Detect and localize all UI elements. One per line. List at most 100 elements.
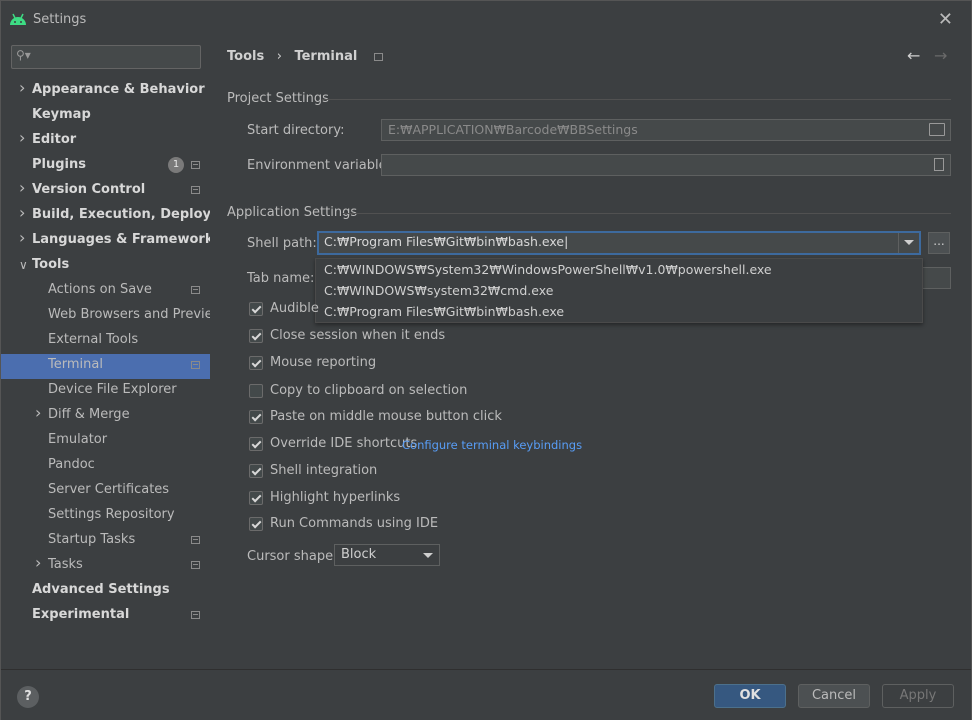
breadcrumb-separator: › [276,49,282,64]
chevron-down-icon[interactable] [898,233,919,253]
folder-icon[interactable] [929,123,945,136]
checkbox-label: Override IDE shortcuts [270,436,418,451]
shell-option[interactable]: C:₩WINDOWS₩system32₩cmd.exe [316,280,922,301]
checkbox-checked[interactable] [249,329,263,343]
sidebar-item-experimental[interactable]: Experimental [1,604,210,629]
shell-path-dropdown-list: C:₩WINDOWS₩System32₩WindowsPowerShell₩v1… [315,258,923,323]
start-directory-value: E:₩APPLICATION₩Barcode₩BBSettings [388,122,638,137]
checkbox-checked[interactable] [249,410,263,424]
sidebar-item-label: Web Browsers and Preview [48,307,224,322]
cancel-button[interactable]: Cancel [798,684,870,708]
checkbox-label: Paste on middle mouse button click [270,409,502,424]
dialog-footer: ? OK Cancel Apply [1,669,971,720]
search-input[interactable]: ⚲▾ [11,45,201,69]
browse-shell-button[interactable]: ... [928,232,950,254]
checkbox-checked[interactable] [249,517,263,531]
sidebar-item-plugins[interactable]: Plugins 1 [1,154,210,179]
settings-tree: › Appearance & Behavior Keymap › Editor Plugi… [1,77,249,629]
sidebar-item-external-tools[interactable]: External Tools [1,329,210,354]
project-scope-icon [191,186,200,194]
project-scope-icon [191,611,200,619]
project-scope-icon [191,286,200,294]
close-icon[interactable]: ✕ [938,9,953,30]
cursor-shape-label: Cursor shape: [247,549,338,564]
chevron-right-icon[interactable]: › [19,227,25,249]
sidebar-item-label: Languages & Frameworks [32,232,222,247]
chevron-down-icon [423,553,433,558]
env-vars-field[interactable] [381,154,951,176]
sidebar-item-settings-repository[interactable]: Settings Repository [1,504,210,529]
sidebar-item-label: Version Control [32,182,146,197]
update-count-badge: 1 [168,157,184,173]
checkbox-checked[interactable] [249,464,263,478]
sidebar-item-tools[interactable]: ∨ Tools [1,254,210,279]
checkbox-label: Shell integration [270,463,378,478]
sidebar-item-advanced-settings[interactable]: Advanced Settings [1,579,210,604]
cursor-shape-select[interactable]: Block [334,544,440,566]
settings-dialog: Settings ✕ ⚲▾ › Appearance & Behavior Keym… [0,0,972,720]
checkbox-label: Copy to clipboard on selection [270,383,468,398]
shell-path-combobox[interactable]: C:₩Program Files₩Git₩bin₩bash.exe| [317,231,921,255]
apply-button[interactable]: Apply [882,684,954,708]
sidebar-item-label: Server Certificates [48,482,170,497]
shell-option[interactable]: C:₩WINDOWS₩System32₩WindowsPowerShell₩v1… [316,259,922,280]
sidebar-item-actions-on-save[interactable]: Actions on Save [1,279,210,304]
title-bar: Settings ✕ [1,1,971,39]
sidebar-item-appearance-behavior[interactable]: › Appearance & Behavior [1,77,210,104]
sidebar-item-web-browsers-and-preview[interactable]: Web Browsers and Preview [1,304,223,329]
terminal-settings-panel: Tools › Terminal ← → Project Settings St… [210,39,971,669]
sidebar-item-keymap[interactable]: Keymap [1,104,210,129]
sidebar-item-startup-tasks[interactable]: Startup Tasks [1,529,210,554]
shell-option[interactable]: C:₩Program Files₩Git₩bin₩bash.exe [316,301,922,322]
checkbox-unchecked[interactable] [249,384,263,398]
sidebar-item-languages-frameworks[interactable]: › Languages & Frameworks [1,227,221,254]
help-button[interactable]: ? [17,686,39,708]
configure-keybindings-link[interactable]: Configure terminal keybindings [402,438,582,452]
forward-arrow-icon[interactable]: → [934,46,947,65]
chevron-right-icon[interactable]: › [35,402,41,424]
sidebar-item-version-control[interactable]: › Version Control [1,177,210,204]
ok-button[interactable]: OK [714,684,786,708]
checkbox-checked[interactable] [249,302,263,316]
cursor-shape-value: Block [341,547,377,562]
sidebar-item-label: Settings Repository [48,507,175,522]
sidebar-item-terminal[interactable]: Terminal [1,354,210,379]
sidebar-item-server-certificates[interactable]: Server Certificates [1,479,210,504]
chevron-right-icon[interactable]: › [19,127,25,149]
chevron-right-icon[interactable]: › [19,77,25,99]
sidebar-item-label: Tasks [48,557,83,572]
project-scope-icon [191,561,200,569]
sidebar-item-editor[interactable]: › Editor [1,127,210,154]
application-settings-title: Application Settings [227,205,358,220]
sidebar-item-label: Tools [32,257,70,272]
sidebar-item-diff-merge[interactable]: › Diff & Merge [1,402,210,429]
android-icon [10,13,26,25]
sidebar-item-label: Pandoc [48,457,95,472]
start-directory-field[interactable]: E:₩APPLICATION₩Barcode₩BBSettings [381,119,951,141]
checkbox-checked[interactable] [249,437,263,451]
breadcrumb: Tools › Terminal [227,49,391,64]
edit-document-icon[interactable] [934,158,944,171]
chevron-right-icon[interactable]: › [19,177,25,199]
sidebar-item-pandoc[interactable]: Pandoc [1,454,210,479]
search-icon: ⚲▾ [16,48,31,62]
sidebar-item-tasks[interactable]: › Tasks [1,552,210,579]
checkbox-checked[interactable] [249,356,263,370]
breadcrumb-tools[interactable]: Tools [227,49,264,64]
sidebar-item-label: Plugins [32,157,86,172]
chevron-right-icon[interactable]: › [35,552,41,574]
chevron-down-icon[interactable]: ∨ [19,254,28,276]
sidebar-item-emulator[interactable]: Emulator [1,429,210,454]
chevron-right-icon[interactable]: › [19,202,25,224]
sidebar-item-build-execution-deployment[interactable]: › Build, Execution, Deployment [1,202,249,229]
sidebar-item-label: Actions on Save [48,282,152,297]
sidebar-item-label: Editor [32,132,77,147]
checkbox-checked[interactable] [249,491,263,505]
project-scope-icon [191,536,200,544]
start-directory-label: Start directory: [247,123,345,138]
env-vars-label: Environment variables: [247,158,398,173]
sidebar-item-device-file-explorer[interactable]: Device File Explorer [1,379,210,404]
project-scope-icon [191,161,200,169]
back-arrow-icon[interactable]: ← [907,46,920,65]
sidebar-item-label: Appearance & Behavior [32,82,205,97]
